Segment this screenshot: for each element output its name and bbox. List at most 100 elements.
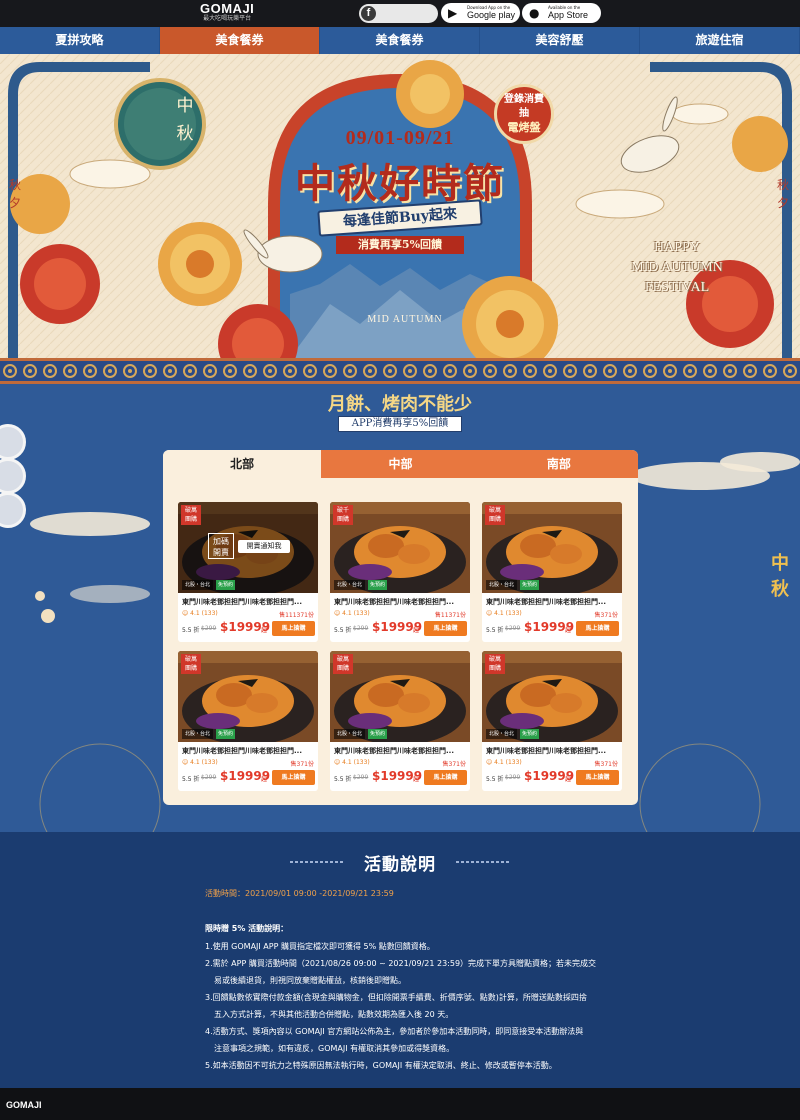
- original-price: $299: [201, 774, 217, 781]
- activity-time: 活動時間：2021/09/01 09:00 -2021/09/21 23:59: [205, 889, 394, 898]
- product-card[interactable]: 破萬 團購 北股・台北 免預約 東門川味老鄧担担門川味老鄧担担門... ☺ 4.1 (1…: [178, 651, 318, 791]
- sold-count: 售371份: [594, 761, 618, 768]
- buy-now-button[interactable]: 馬上搶購: [272, 621, 315, 636]
- rating-smile-icon: ☺: [182, 610, 191, 617]
- original-price: $299: [353, 625, 369, 632]
- buy-now-button[interactable]: 馬上搶購: [424, 770, 467, 785]
- activity-rules: 1.使用 GOMAJI APP 購買指定檔次即可獲得 5% 點數回饋資格。 2.需…: [205, 938, 615, 1074]
- rating-smile-icon: ☺: [486, 759, 495, 766]
- rating-value: 4.1 (133): [190, 759, 218, 766]
- product-panel: 北部 中部 南部 加碼 開賣 開賣通知我 破萬 團購 北股・台北 免預約 東門川味老鄧担担…: [163, 450, 638, 805]
- gomaji-logo[interactable]: GOMAJI 最大吃喝玩樂平台: [200, 1, 255, 23]
- rating-smile-icon: ☺: [334, 759, 343, 766]
- product-rating: ☺ 4.1 (133): [486, 610, 522, 617]
- footer-logo[interactable]: GOMAJI: [6, 1100, 42, 1110]
- banner-subtitle: 消費再享5%回饋: [336, 236, 464, 254]
- no-reservation-tag: 免預約: [520, 580, 540, 590]
- notify-me-button[interactable]: 開賣通知我: [238, 540, 290, 553]
- main-nav: 夏拼攻略 美食餐券 美食餐券 美容舒壓 旅遊住宿: [0, 27, 800, 54]
- discount: 5.5 折: [334, 627, 352, 634]
- product-image[interactable]: 破萬 團購 北股・台北 免預約: [482, 651, 622, 742]
- activity-rule-2: 2.需於 APP 購買活動時間（2021/08/26 09:00 ~ 2021/…: [205, 959, 597, 968]
- nav-item-food-active[interactable]: 美食餐券: [160, 27, 320, 54]
- sold-count: 售11371份: [434, 612, 466, 619]
- tab-north[interactable]: 北部: [163, 450, 322, 478]
- product-card[interactable]: 破萬 團購 北股・台北 免預約 東門川味老鄧担担門川味老鄧担担門... ☺ 4.1 (1…: [330, 651, 470, 791]
- group-buy-badge: 破萬 團購: [333, 654, 353, 674]
- product-title[interactable]: 東門川味老鄧担担門川味老鄧担担門...: [334, 746, 466, 756]
- no-reservation-tag: 免預約: [368, 580, 388, 590]
- sold-count: 售371份: [594, 612, 618, 619]
- buy-now-button[interactable]: 馬上搶購: [576, 621, 619, 636]
- nav-item-travel[interactable]: 旅遊住宿: [640, 27, 800, 54]
- nav-item-summer[interactable]: 夏拼攻略: [0, 27, 160, 54]
- tab-central[interactable]: 中部: [321, 450, 480, 478]
- discount: 5.5 折: [182, 776, 200, 783]
- product-image[interactable]: 破萬 團購 北股・台北 免預約: [482, 502, 622, 593]
- product-image[interactable]: 破萬 團購 北股・台北 免預約: [330, 651, 470, 742]
- discount: 5.5 折: [486, 627, 504, 634]
- google-play-button[interactable]: ▶ Download App on the Google play: [441, 3, 520, 23]
- logo-text: GOMAJI: [200, 1, 255, 16]
- tab-south[interactable]: 南部: [479, 450, 638, 478]
- rating-smile-icon: ☺: [334, 610, 343, 617]
- original-price: $299: [505, 774, 521, 781]
- promo-section: 月餅、烤肉不能少 APP消費再享5%回饋 中秋 北部 中部 南部 加碼 開賣 開賣…: [0, 384, 800, 832]
- app-store-button[interactable]: ● Available on the App Store: [522, 3, 601, 23]
- group-buy-badge: 破萬 團購: [485, 505, 505, 525]
- rating-value: 4.1 (133): [494, 610, 522, 617]
- activity-section: 活動說明 活動時間：2021/09/01 09:00 -2021/09/21 2…: [0, 832, 800, 1088]
- banner-lottery-badge[interactable]: 登錄消費 抽 電烤盤: [494, 84, 554, 144]
- product-card[interactable]: 破萬 團購 北股・台北 免預約東門川味老鄧担担門川味老鄧担担門... ☺ 4.1 (1…: [482, 502, 622, 642]
- discount: 5.5 折: [182, 627, 200, 634]
- no-reservation-tag: 免預約: [216, 580, 236, 590]
- banner-qiuxi-right: 秋夕: [776, 178, 789, 210]
- sold-count: 售371份: [442, 761, 466, 768]
- banner-date: 09/01-09/21: [345, 127, 455, 149]
- section-subtitle: APP消費再享5%回饋: [338, 416, 462, 432]
- presale-tag: 加碼 開賣: [208, 533, 234, 559]
- rating-value: 4.1 (133): [342, 610, 370, 617]
- activity-rule-5: 5.如本活動因不可抗力之特殊原因無法執行時，GOMAJI 有權決定取消、終止、修…: [205, 1061, 557, 1070]
- product-card[interactable]: 加碼 開賣 開賣通知我 破萬 團購 北股・台北 免預約 東門川味老鄧担担門川味老鄧担担門.…: [178, 502, 318, 642]
- activity-rule-1: 1.使用 GOMAJI APP 購買指定檔次即可獲得 5% 點數回饋資格。: [205, 942, 435, 951]
- banner-mid-autumn: MID AUTUMN: [367, 314, 443, 325]
- rating-smile-icon: ☺: [486, 610, 495, 617]
- group-buy-badge: 破萬 團購: [181, 505, 201, 525]
- product-title[interactable]: 東門川味老鄧担担門川味老鄧担担門...: [182, 597, 314, 607]
- nav-item-beauty[interactable]: 美容舒壓: [480, 27, 640, 54]
- product-title[interactable]: 東門川味老鄧担担門川味老鄧担担門...: [486, 597, 618, 607]
- happy-line3: FESTIVAL: [644, 280, 710, 295]
- rating-value: 4.1 (133): [342, 759, 370, 766]
- product-card[interactable]: 破萬 團購 北股・台北 免預約 東門川味老鄧担担門川味老鄧担担門... ☺ 4.1 (1…: [482, 651, 622, 791]
- buy-now-button[interactable]: 馬上搶購: [272, 770, 315, 785]
- buy-now-button[interactable]: 馬上搶購: [424, 621, 467, 636]
- title-deco-right: [456, 861, 510, 863]
- price-unit: 起: [413, 627, 420, 634]
- activity-title: 活動說明: [364, 855, 436, 875]
- group-buy-badge: 破千 團購: [333, 505, 353, 525]
- product-image[interactable]: 破千 團購北股・台北 免預約: [330, 502, 470, 593]
- logo-tagline: 最大吃喝玩樂平台: [203, 15, 252, 22]
- product-title[interactable]: 東門川味老鄧担担門川味老鄧担担門...: [182, 746, 314, 756]
- discount: 5.5 折: [486, 776, 504, 783]
- banner-title: 中秋好時節: [295, 160, 505, 207]
- product-image[interactable]: 破萬 團購 北股・台北 免預約: [178, 651, 318, 742]
- product-title[interactable]: 東門川味老鄧担担門川味老鄧担担門...: [486, 746, 618, 756]
- badge-line3: 電烤盤: [507, 121, 541, 134]
- rating-value: 4.1 (133): [190, 610, 218, 617]
- product-rating: ☺ 4.1 (133): [334, 759, 370, 766]
- buy-now-button[interactable]: 馬上搶購: [576, 770, 619, 785]
- product-location: 北股・台北: [334, 580, 366, 590]
- product-image[interactable]: 加碼 開賣 開賣通知我 破萬 團購 北股・台北 免預約: [178, 502, 318, 593]
- product-card[interactable]: 破千 團購北股・台北 免預約東門川味老鄧担担門川味老鄧担担門... ☺ 4.1 (1…: [330, 502, 470, 642]
- original-price: $299: [201, 625, 217, 632]
- facebook-icon: f: [361, 6, 376, 21]
- product-title[interactable]: 東門川味老鄧担担門川味老鄧担担門...: [334, 597, 466, 607]
- nav-item-food[interactable]: 美食餐券: [320, 27, 480, 54]
- happy-line1: HAPPY: [654, 240, 700, 255]
- activity-rule-2-cont: 易或後續退貨，則視同放棄贈點權益，核銷後即贈點。: [214, 976, 406, 985]
- product-location: 北股・台北: [334, 729, 366, 739]
- facebook-login-button[interactable]: f: [359, 4, 438, 23]
- hero-banner[interactable]: 中秋 秋夕 秋夕 09/01-09/21 中秋好時節 每逢佳節Buy起來 消費再…: [0, 54, 800, 358]
